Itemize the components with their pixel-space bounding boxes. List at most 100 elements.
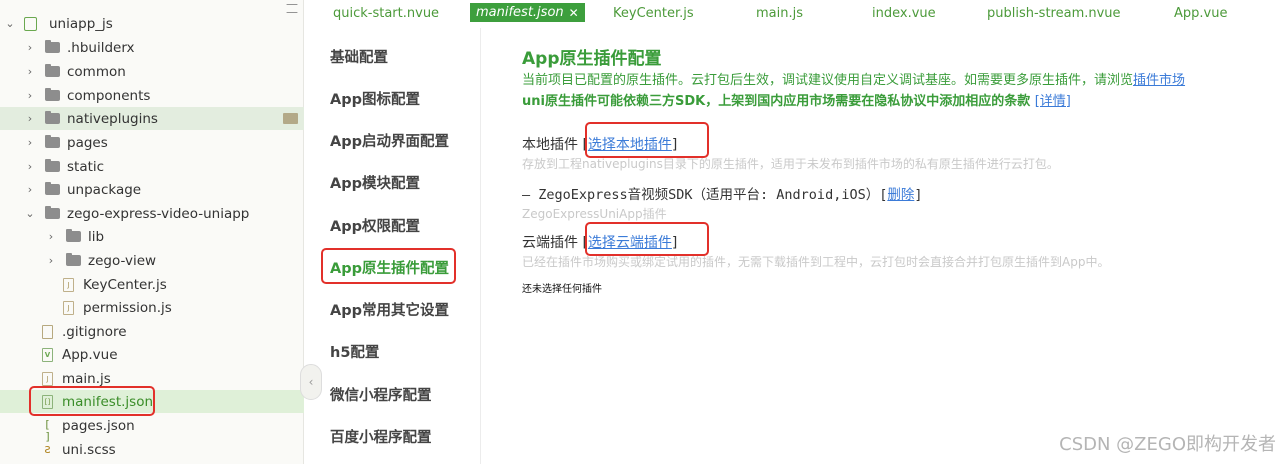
- plugin-name: – ZegoExpress音视频SDK（适用平台: Android,iOS）[: [522, 187, 888, 203]
- tree-label: pages.json: [62, 417, 135, 434]
- delete-plugin-link[interactable]: 删除: [887, 187, 914, 203]
- folder-icon: [66, 229, 81, 242]
- tree-item-pages-json[interactable]: [ ] pages.json: [0, 414, 304, 443]
- highlight-box: [321, 248, 456, 284]
- folder-icon: [45, 88, 60, 101]
- tree-item-components[interactable]: › components: [0, 84, 304, 107]
- nav-basic[interactable]: 基础配置: [330, 46, 388, 67]
- tree-label: unpackage: [67, 181, 142, 198]
- highlight-box: [29, 386, 155, 416]
- tree-item-uni-scss[interactable]: ꙅ uni.scss: [0, 438, 304, 461]
- plugin-subtitle: ZegoExpressUniApp插件: [522, 207, 667, 221]
- project-icon: [24, 16, 37, 31]
- tree-label: zego-express-video-uniapp: [67, 205, 250, 222]
- tree-label: permission.js: [83, 299, 172, 316]
- js-file-icon: J: [63, 277, 74, 292]
- privacy-note: uni原生插件可能依赖三方SDK，上架到国内应用市场需要在隐私协议中添加相应的条…: [522, 90, 1071, 109]
- tree-label: .hbuilderx: [67, 39, 135, 56]
- tree-label: common: [67, 63, 126, 80]
- tab-label: publish-stream.nvue: [987, 5, 1121, 21]
- tab-keycenter-js[interactable]: KeyCenter.js: [607, 4, 700, 22]
- tree-item-nativeplugins[interactable]: › nativeplugins: [0, 107, 304, 130]
- tab-label: KeyCenter.js: [613, 5, 694, 21]
- tree-label: KeyCenter.js: [83, 276, 167, 293]
- tab-index-vue[interactable]: index.vue: [866, 4, 942, 22]
- file-explorer: — — ⌄ uniapp_js › .hbuilderx › common › c…: [0, 0, 304, 464]
- tree-root[interactable]: ⌄ uniapp_js: [0, 12, 304, 35]
- tab-publish-stream-nvue[interactable]: publish-stream.nvue: [981, 4, 1127, 22]
- folder-icon: [45, 159, 60, 172]
- page-title: App原生插件配置: [522, 49, 662, 69]
- privacy-note-text: uni原生插件可能依赖三方SDK，上架到国内应用市场需要在隐私协议中添加相应的条…: [522, 94, 1031, 109]
- highlight-box: [585, 122, 709, 158]
- tab-label: quick-start.nvue: [333, 5, 440, 21]
- native-plugins-panel: App原生插件配置 当前项目已配置的原生插件。云打包后生效，调试建议使用自定义调…: [481, 28, 1280, 464]
- nav-app-modules[interactable]: App模块配置: [330, 172, 420, 193]
- plugin-market-link[interactable]: 插件市场: [1133, 73, 1185, 88]
- tree-item-static[interactable]: › static: [0, 155, 304, 178]
- section-label: 云端插件: [522, 235, 578, 251]
- tree-label: lib: [88, 228, 105, 245]
- folder-icon: [45, 135, 60, 148]
- watermark: CSDN @ZEGO即构开发者: [1059, 434, 1276, 455]
- tree-label: static: [67, 158, 105, 175]
- details-link[interactable]: [详情]: [1035, 94, 1071, 109]
- plugin-item-zegoexpress: – ZegoExpress音视频SDK（适用平台: Android,iOS）[删…: [522, 183, 922, 203]
- tree-item-common[interactable]: › common: [0, 60, 304, 83]
- nav-app-other[interactable]: App常用其它设置: [330, 299, 449, 320]
- tree-item-app-vue[interactable]: V App.vue: [0, 343, 304, 366]
- tree-item-keycenter-js[interactable]: J KeyCenter.js: [0, 273, 304, 296]
- chevron-right-icon: ›: [27, 136, 33, 149]
- folder-icon: [45, 64, 60, 77]
- chevron-right-icon: ›: [48, 230, 54, 243]
- tree-item-hbuilderx[interactable]: › .hbuilderx: [0, 36, 304, 59]
- tab-manifest-json[interactable]: manifest.json ✕: [470, 3, 585, 22]
- close-icon[interactable]: ✕: [569, 6, 579, 20]
- tree-item-zego-view[interactable]: › zego-view: [0, 249, 304, 272]
- chevron-right-icon: ›: [27, 65, 33, 78]
- no-plugins-text: 还未选择任何插件: [522, 284, 602, 295]
- folder-icon: [45, 111, 60, 124]
- tree-item-permission-js[interactable]: J permission.js: [0, 296, 304, 319]
- chevron-right-icon: ›: [27, 183, 33, 196]
- tree-item-gitignore[interactable]: .gitignore: [0, 320, 304, 343]
- vue-file-icon: V: [42, 347, 53, 362]
- js-file-icon: J: [42, 371, 53, 386]
- nav-baidu-mp[interactable]: 百度小程序配置: [330, 426, 432, 447]
- tree-label: uniapp_js: [49, 15, 113, 32]
- nav-app-permissions[interactable]: App权限配置: [330, 215, 420, 236]
- tab-label: main.js: [756, 5, 803, 21]
- bracket: ]: [914, 187, 923, 203]
- tree-label: components: [67, 87, 151, 104]
- js-file-icon: J: [63, 300, 74, 315]
- folder-icon: [66, 253, 81, 266]
- chevron-right-icon: ›: [27, 41, 33, 54]
- tree-label: uni.scss: [62, 441, 116, 458]
- chevron-right-icon: ›: [27, 89, 33, 102]
- chevron-right-icon: ›: [27, 160, 33, 173]
- nav-app-splash[interactable]: App启动界面配置: [330, 130, 449, 151]
- tree-item-unpackage[interactable]: › unpackage: [0, 178, 304, 201]
- nav-h5[interactable]: h5配置: [330, 341, 379, 362]
- folder-icon: [45, 40, 60, 53]
- section-label: 本地插件: [522, 137, 578, 153]
- tab-main-js[interactable]: main.js: [750, 4, 809, 22]
- description-text: 当前项目已配置的原生插件。云打包后生效，调试建议使用自定义调试基座。如需要更多原…: [522, 73, 1134, 88]
- tab-app-vue[interactable]: App.vue: [1168, 4, 1233, 22]
- tab-quick-start-nvue[interactable]: quick-start.nvue: [327, 4, 445, 22]
- tree-item-zego-express-video-uniapp[interactable]: ⌄ zego-express-video-uniapp: [0, 202, 304, 225]
- chevron-down-icon: ⌄: [5, 17, 15, 30]
- file-icon: [42, 324, 53, 339]
- nav-weixin-mp[interactable]: 微信小程序配置: [330, 384, 432, 405]
- json-file-icon: [ ]: [45, 417, 50, 443]
- tab-label: App.vue: [1174, 5, 1228, 21]
- manifest-nav: 基础配置 App图标配置 App启动界面配置 App模块配置 App权限配置 A…: [305, 28, 481, 464]
- tree-label: .gitignore: [62, 323, 127, 340]
- tree-item-pages[interactable]: › pages: [0, 131, 304, 154]
- tree-label: pages: [67, 134, 108, 151]
- tree-label: nativeplugins: [67, 110, 158, 127]
- folder-open-icon: [45, 206, 60, 219]
- nav-app-icon[interactable]: App图标配置: [330, 88, 420, 109]
- folder-icon: [283, 113, 298, 124]
- tree-item-lib[interactable]: › lib: [0, 225, 304, 248]
